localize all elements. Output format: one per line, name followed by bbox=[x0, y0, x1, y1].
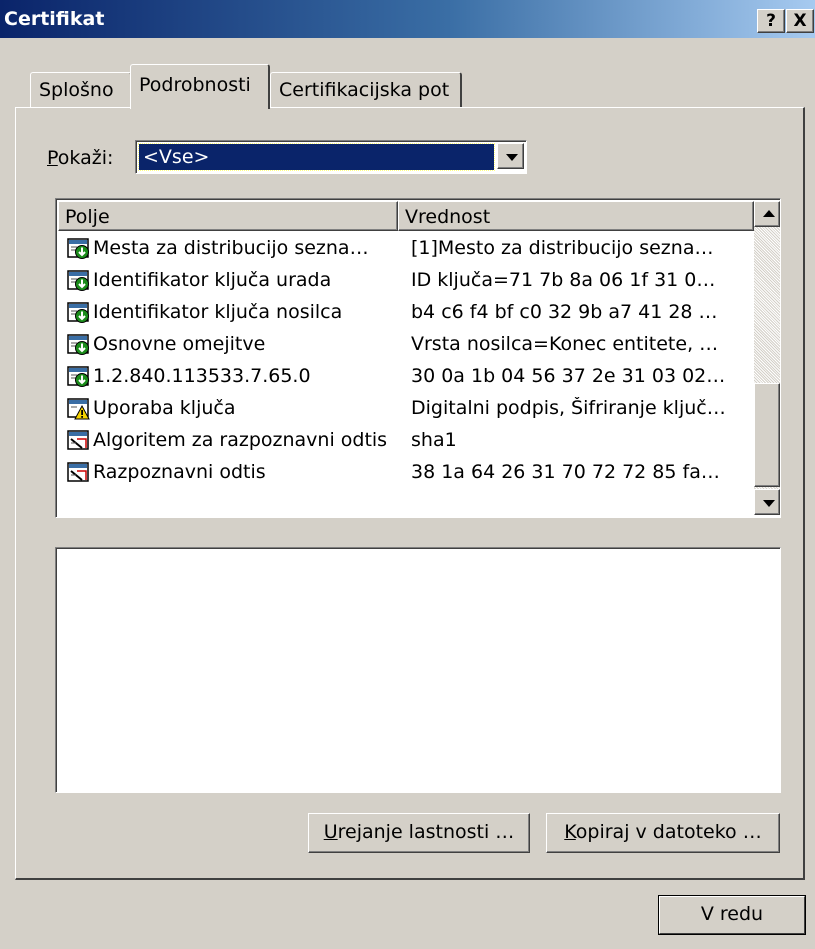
list-item[interactable]: Algoritem za razpoznavni odtis sha1 bbox=[64, 427, 750, 455]
detail-textbox[interactable] bbox=[55, 547, 781, 793]
column-header-field[interactable]: Polje bbox=[58, 201, 398, 231]
close-button[interactable]: X bbox=[786, 9, 814, 33]
show-combobox[interactable]: <Vse> bbox=[135, 140, 527, 174]
list-item-field: Mesta za distribucijo sezna… bbox=[93, 237, 369, 259]
list-item-field: Identifikator ključa nosilca bbox=[93, 301, 343, 323]
list-item-value: Digitalni podpis, Šifriranje ključ… bbox=[411, 397, 726, 419]
tab-certification-path-label: Certifikacijska pot bbox=[279, 79, 450, 101]
tab-certification-path[interactable]: Certifikacijska pot bbox=[270, 72, 462, 108]
list-item[interactable]: Identifikator ključa urada ID ključa=71 7… bbox=[64, 267, 750, 295]
list-item-value: [1]Mesto za distribucijo sezna… bbox=[411, 237, 714, 259]
list-item-field: 1.2.840.113533.7.65.0 bbox=[93, 365, 311, 387]
list-item-value: b4 c6 f4 bf c0 32 9b a7 41 28 … bbox=[411, 301, 718, 323]
copy-to-file-label: opiraj v datoteko … bbox=[575, 821, 762, 843]
tab-details[interactable]: Podrobnosti bbox=[130, 64, 270, 109]
scroll-down-button[interactable] bbox=[754, 489, 780, 515]
title-bar: Certifikat ? X bbox=[0, 0, 815, 38]
copy-to-file-accel: K bbox=[564, 821, 576, 843]
list-item[interactable]: Razpoznavni odtis 38 1a 64 26 31 70 72 72… bbox=[64, 459, 750, 487]
property-icon bbox=[67, 461, 91, 485]
list-item-value: 30 0a 1b 04 56 37 2e 31 03 02… bbox=[411, 365, 726, 387]
list-item-field: Identifikator ključa urada bbox=[93, 269, 332, 291]
list-item[interactable]: Identifikator ključa nosilca b4 c6 f4 bf … bbox=[64, 299, 750, 327]
show-combobox-value: <Vse> bbox=[138, 143, 495, 171]
combo-dropdown-button[interactable] bbox=[497, 143, 524, 169]
scroll-up-button[interactable] bbox=[754, 201, 780, 227]
ok-button-label: V redu bbox=[700, 903, 764, 925]
tab-general[interactable]: Splošno bbox=[30, 72, 132, 108]
tab-general-label: Splošno bbox=[39, 79, 114, 101]
extension-icon bbox=[67, 269, 91, 293]
list-item-value: sha1 bbox=[411, 429, 457, 451]
list-item-field: Algoritem za razpoznavni odtis bbox=[93, 429, 388, 451]
fields-listview[interactable]: Polje Vrednost Mesta za distribucijo sez… bbox=[55, 198, 781, 518]
list-item-value: Vrsta nosilca=Konec entitete, … bbox=[411, 333, 719, 355]
window-title: Certifikat bbox=[4, 8, 105, 30]
warning-extension-icon bbox=[67, 397, 91, 421]
help-button[interactable]: ? bbox=[757, 9, 785, 33]
copy-to-file-button[interactable]: Kopiraj v datoteko … bbox=[546, 813, 780, 853]
ok-button[interactable]: V redu bbox=[658, 895, 806, 935]
scroll-up-icon bbox=[763, 210, 775, 217]
property-icon bbox=[67, 429, 91, 453]
list-item[interactable]: Uporaba ključa Digitalni podpis, Šifriran… bbox=[64, 395, 750, 423]
list-item-value: 38 1a 64 26 31 70 72 72 85 fa… bbox=[411, 461, 720, 483]
extension-icon bbox=[67, 333, 91, 357]
extension-icon bbox=[67, 237, 91, 261]
show-label: Pokaži: bbox=[47, 147, 113, 169]
list-item-value: ID ključa=71 7b 8a 06 1f 31 0… bbox=[411, 269, 716, 291]
scrollbar-thumb[interactable] bbox=[754, 383, 780, 487]
list-item[interactable]: Osnovne omejitve Vrsta nosilca=Konec enti… bbox=[64, 331, 750, 359]
chevron-down-icon bbox=[506, 154, 518, 161]
list-item[interactable]: Mesta za distribucijo sezna… [1]Mesto za … bbox=[64, 235, 750, 263]
list-item-field: Uporaba ključa bbox=[93, 397, 236, 419]
list-item-field: Osnovne omejitve bbox=[93, 333, 266, 355]
column-header-value[interactable]: Vrednost bbox=[398, 201, 754, 231]
extension-icon bbox=[67, 301, 91, 325]
tab-details-label: Podrobnosti bbox=[139, 74, 251, 96]
edit-properties-accel: U bbox=[323, 821, 338, 843]
list-item-field: Razpoznavni odtis bbox=[93, 461, 266, 483]
scroll-down-icon bbox=[763, 500, 775, 507]
extension-icon bbox=[67, 365, 91, 389]
edit-properties-button[interactable]: Urejanje lastnosti … bbox=[308, 813, 530, 853]
list-item[interactable]: 1.2.840.113533.7.65.0 30 0a 1b 04 56 37 2… bbox=[64, 363, 750, 391]
edit-properties-label: rejanje lastnosti … bbox=[337, 821, 515, 843]
show-label-accel: P bbox=[47, 147, 58, 169]
tab-join bbox=[132, 105, 268, 109]
show-label-text: okaži: bbox=[57, 147, 114, 169]
